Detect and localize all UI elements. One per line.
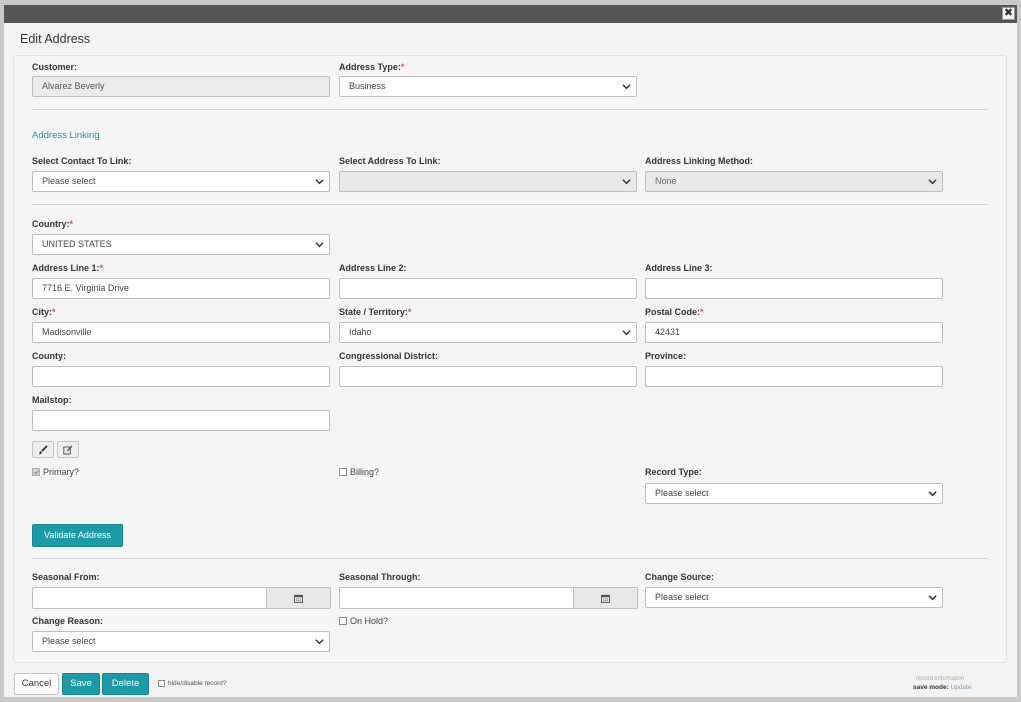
seasonal-through-calendar-button[interactable]	[574, 587, 638, 609]
checkbox-box	[158, 680, 165, 687]
title-bar: ✖	[4, 5, 1017, 23]
mailstop-input[interactable]	[32, 410, 330, 431]
address-link-select	[339, 171, 637, 192]
record-type-label: Record Type:	[645, 467, 702, 477]
divider	[32, 109, 988, 110]
delete-button[interactable]: Delete	[102, 673, 149, 695]
checkbox-box	[339, 617, 347, 625]
save-button[interactable]: Save	[62, 673, 100, 695]
state-select[interactable]: Idaho	[339, 322, 637, 343]
save-mode: save mode: Update	[913, 684, 972, 691]
address-type-select[interactable]: Business	[339, 76, 637, 97]
address-linking-heading: Address Linking	[32, 130, 100, 141]
linking-method-select: None	[645, 171, 943, 192]
seasonal-through-label: Seasonal Through:	[339, 572, 421, 582]
calendar-icon	[601, 594, 610, 603]
province-input[interactable]	[645, 366, 943, 387]
address-line3-label: Address Line 3:	[645, 263, 713, 273]
seasonal-through-input[interactable]	[339, 587, 574, 609]
postal-label: Postal Code:*	[645, 307, 704, 317]
country-select[interactable]: UNITED STATES	[32, 234, 330, 255]
county-label: County:	[32, 351, 66, 361]
seasonal-from-label: Seasonal From:	[32, 572, 100, 582]
seasonal-from-calendar-button[interactable]	[267, 587, 331, 609]
address-line1-input[interactable]: 7716 E. Virginia Drive	[32, 278, 330, 299]
country-label: Country:*	[32, 219, 74, 229]
address-line1-label: Address Line 1:*	[32, 263, 104, 273]
city-label: City:*	[32, 307, 56, 317]
validate-address-button[interactable]: Validate Address	[32, 524, 123, 547]
address-type-label: Address Type:*	[339, 62, 405, 72]
billing-label: Billing?	[350, 467, 380, 477]
calendar-icon	[294, 594, 303, 603]
brush-icon	[38, 444, 48, 454]
chevron-down-icon	[928, 595, 937, 601]
address-line2-label: Address Line 2:	[339, 263, 407, 273]
change-reason-label: Change Reason:	[32, 616, 104, 626]
chevron-down-icon	[622, 179, 631, 185]
edit-icon	[63, 445, 73, 454]
state-label: State / Territory:*	[339, 307, 412, 317]
save-mode-value: Update	[950, 684, 972, 691]
county-input[interactable]	[32, 366, 330, 387]
primary-checkbox[interactable]: Primary?	[32, 467, 79, 477]
on-hold-checkbox[interactable]: On Hold?	[339, 616, 388, 626]
checkbox-box	[339, 468, 347, 476]
chevron-down-icon	[315, 179, 324, 185]
chevron-down-icon	[622, 330, 631, 336]
record-info-label: record information	[916, 676, 965, 682]
address-link-label: Select Address To Link:	[339, 156, 441, 166]
billing-checkbox[interactable]: Billing?	[339, 467, 379, 477]
divider	[32, 204, 988, 205]
postal-input[interactable]: 42431	[645, 322, 943, 343]
edit-address-dialog: Edit Address Customer: Alvarez Beverly A…	[4, 23, 1017, 697]
province-label: Province:	[645, 351, 687, 361]
congressional-input[interactable]	[339, 366, 637, 387]
change-source-label: Change Source:	[645, 572, 715, 582]
chevron-down-icon	[928, 179, 937, 185]
edit-button[interactable]	[57, 441, 79, 458]
close-icon[interactable]: ✖	[1002, 7, 1015, 20]
customer-field: Alvarez Beverly	[32, 76, 330, 97]
hide-record-checkbox[interactable]: hide/disable record?	[158, 680, 227, 687]
congressional-label: Congressional District:	[339, 351, 439, 361]
cancel-button[interactable]: Cancel	[14, 673, 59, 695]
contact-link-label: Select Contact To Link:	[32, 156, 132, 166]
seasonal-from-input[interactable]	[32, 587, 267, 609]
primary-label: Primary?	[43, 467, 80, 477]
address-line2-input[interactable]	[339, 278, 637, 299]
change-source-select[interactable]: Please select	[645, 587, 943, 608]
chevron-down-icon	[315, 242, 324, 248]
change-reason-select[interactable]: Please select	[32, 631, 330, 652]
save-mode-label: save mode:	[913, 684, 949, 691]
address-line3-input[interactable]	[645, 278, 943, 299]
dialog-title: Edit Address	[20, 32, 91, 46]
divider	[32, 558, 988, 559]
form-panel: Customer: Alvarez Beverly Address Type:*…	[13, 55, 1007, 663]
chevron-down-icon	[622, 84, 631, 90]
chevron-down-icon	[315, 639, 324, 645]
hide-record-label: hide/disable record?	[168, 680, 227, 687]
checkbox-box	[32, 468, 40, 476]
city-input[interactable]: Madisonville	[32, 322, 330, 343]
chevron-down-icon	[928, 491, 937, 497]
linking-method-label: Address Linking Method:	[645, 156, 753, 166]
mailstop-label: Mailstop:	[32, 395, 72, 405]
contact-link-select[interactable]: Please select	[32, 171, 330, 192]
record-type-select[interactable]: Please select	[645, 483, 943, 504]
on-hold-label: On Hold?	[350, 616, 389, 626]
brush-button[interactable]	[32, 441, 54, 458]
customer-label: Customer:	[32, 62, 78, 72]
